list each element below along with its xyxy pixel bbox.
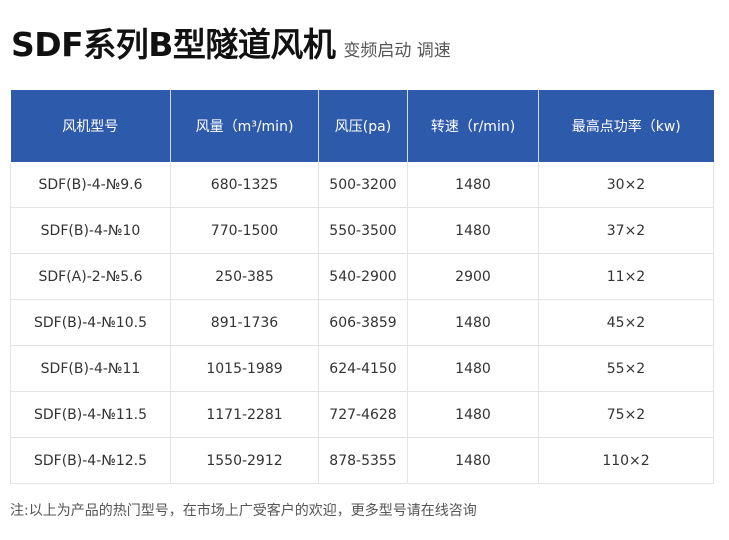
cell-airflow: 770-1500 xyxy=(170,207,319,254)
cell-power: 110×2 xyxy=(538,437,714,484)
table-row: SDF(B)-4-№11 1015-1989 624-4150 1480 55×… xyxy=(10,345,714,392)
cell-speed: 1480 xyxy=(407,391,539,438)
table-row: SDF(B)-4-№10.5 891-1736 606-3859 1480 45… xyxy=(10,299,714,346)
cell-pressure: 500-3200 xyxy=(318,162,408,208)
cell-pressure: 878-5355 xyxy=(318,437,408,484)
table-row: SDF(B)-4-№9.6 680-1325 500-3200 1480 30×… xyxy=(10,162,714,208)
table-row: SDF(B)-4-№11.5 1171-2281 727-4628 1480 7… xyxy=(10,391,714,438)
cell-model: SDF(B)-4-№10 xyxy=(10,207,171,254)
fan-spec-table: 风机型号 风量（m³/min) 风压(pa) 转速（r/min) 最高点功率（k… xyxy=(10,90,714,484)
cell-airflow: 250-385 xyxy=(170,253,319,300)
cell-power: 30×2 xyxy=(538,162,714,208)
cell-power: 55×2 xyxy=(538,345,714,392)
page-subtitle: 变频启动 调速 xyxy=(343,41,451,61)
table-row: SDF(B)-4-№10 770-1500 550-3500 1480 37×2 xyxy=(10,207,714,254)
cell-airflow: 1550-2912 xyxy=(170,437,319,484)
header-pressure: 风压(pa) xyxy=(318,90,408,162)
cell-pressure: 540-2900 xyxy=(318,253,408,300)
cell-airflow: 680-1325 xyxy=(170,162,319,208)
cell-speed: 1480 xyxy=(407,345,539,392)
cell-speed: 1480 xyxy=(407,299,539,346)
cell-power: 37×2 xyxy=(538,207,714,254)
header-speed: 转速（r/min) xyxy=(407,90,539,162)
table-header-row: 风机型号 风量（m³/min) 风压(pa) 转速（r/min) 最高点功率（k… xyxy=(10,90,714,162)
cell-speed: 1480 xyxy=(407,437,539,484)
cell-speed: 1480 xyxy=(407,207,539,254)
cell-airflow: 1015-1989 xyxy=(170,345,319,392)
header-model: 风机型号 xyxy=(10,90,171,162)
cell-airflow: 891-1736 xyxy=(170,299,319,346)
cell-pressure: 550-3500 xyxy=(318,207,408,254)
header-airflow: 风量（m³/min) xyxy=(170,90,319,162)
cell-pressure: 624-4150 xyxy=(318,345,408,392)
cell-model: SDF(B)-4-№10.5 xyxy=(10,299,171,346)
cell-pressure: 727-4628 xyxy=(318,391,408,438)
cell-power: 11×2 xyxy=(538,253,714,300)
cell-power: 45×2 xyxy=(538,299,714,346)
cell-airflow: 1171-2281 xyxy=(170,391,319,438)
cell-power: 75×2 xyxy=(538,391,714,438)
cell-pressure: 606-3859 xyxy=(318,299,408,346)
page-title-row: SDF系列B型隧道风机 变频启动 调速 xyxy=(11,18,451,66)
cell-model: SDF(B)-4-№12.5 xyxy=(10,437,171,484)
table-row: SDF(B)-4-№12.5 1550-2912 878-5355 1480 1… xyxy=(10,437,714,484)
page-title: SDF系列B型隧道风机 xyxy=(11,25,336,64)
footnote: 注:以上为产品的热门型号，在市场上广受客户的欢迎，更多型号请在线咨询 xyxy=(10,503,477,519)
cell-model: SDF(B)-4-№11.5 xyxy=(10,391,171,438)
table-row: SDF(A)-2-№5.6 250-385 540-2900 2900 11×2 xyxy=(10,253,714,300)
header-power: 最高点功率（kw) xyxy=(538,90,714,162)
cell-model: SDF(A)-2-№5.6 xyxy=(10,253,171,300)
cell-model: SDF(B)-4-№11 xyxy=(10,345,171,392)
cell-speed: 1480 xyxy=(407,162,539,208)
cell-model: SDF(B)-4-№9.6 xyxy=(10,162,171,208)
cell-speed: 2900 xyxy=(407,253,539,300)
